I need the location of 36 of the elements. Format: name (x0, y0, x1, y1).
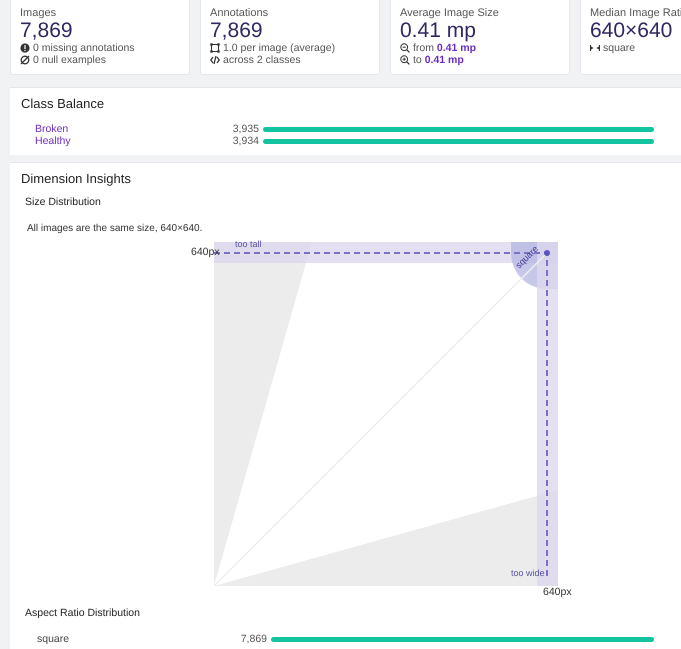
panel-title: Dimension Insights (21, 171, 132, 186)
null-icon (20, 55, 30, 65)
ratio-count: 7,869 (240, 633, 268, 645)
zoom-in-icon (400, 55, 410, 65)
stat-value: 640×640 (590, 20, 674, 42)
panel-title: Class Balance (21, 96, 106, 111)
ratio-name: square (37, 633, 70, 645)
section-title: Size Distribution (25, 196, 102, 208)
size-caption: All images are the same size, 640×640. (27, 223, 204, 234)
stat-detail: to 0.41 mp (413, 54, 464, 66)
stat-title: Average Image Size (400, 7, 500, 19)
stat-value: 0.41 mp (400, 20, 477, 42)
stat-detail: across 2 classes (223, 54, 301, 66)
code-icon (210, 55, 220, 65)
stat-value: 7,869 (210, 20, 264, 42)
zone-label: too wide (511, 568, 545, 578)
stat-detail: square (603, 42, 636, 54)
stat-detail: 0 null examples (33, 54, 106, 66)
y-axis-label: 640px (191, 246, 220, 258)
stat-value: 7,869 (20, 20, 74, 42)
stat-detail: 0 missing annotations (33, 42, 135, 54)
stat-detail: from 0.41 mp (413, 42, 476, 54)
class-count: 3,934 (232, 135, 260, 147)
stat-title: Images (20, 7, 58, 19)
zone-label: too tall (235, 239, 262, 249)
zoom-out-icon (400, 43, 410, 53)
x-axis-label: 640px (543, 586, 572, 598)
bounding-box-icon (210, 43, 220, 53)
arrows-inward-icon (590, 43, 600, 53)
class-name[interactable]: Healthy (35, 135, 196, 147)
stat-title: Annotations (210, 7, 270, 19)
class-name[interactable]: Broken (35, 123, 196, 135)
class-count: 3,935 (232, 123, 260, 135)
stat-detail: 1.0 per image (average) (223, 42, 336, 54)
section-title: Aspect Ratio Distribution (25, 607, 141, 619)
alert-icon (20, 43, 30, 53)
